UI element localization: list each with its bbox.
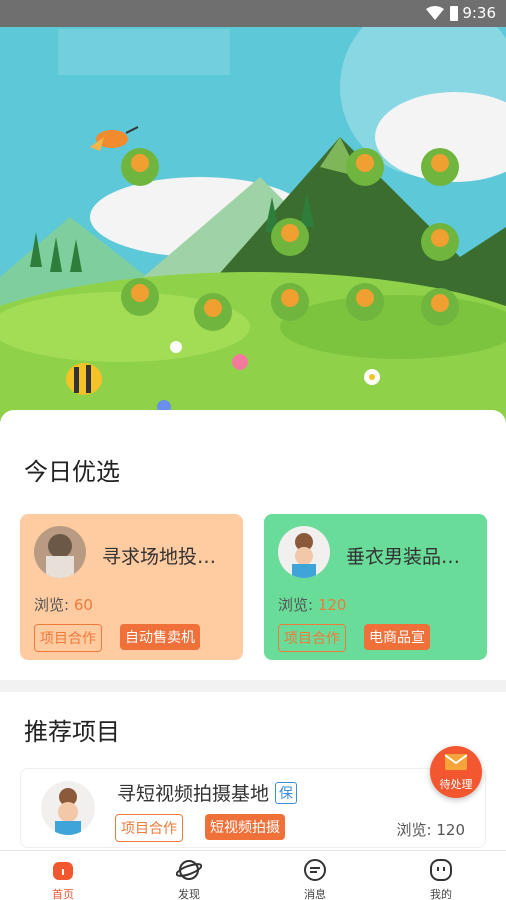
farm-banner[interactable] <box>0 27 506 427</box>
status-bar: 9:36 <box>0 0 506 27</box>
pending-label: 待处理 <box>439 778 473 791</box>
tab-label: 消息 <box>304 888 326 900</box>
tab-profile[interactable]: 我的 <box>378 851 504 900</box>
tab-label: 我的 <box>430 888 452 900</box>
tab-label: 发现 <box>178 888 200 900</box>
profile-icon <box>430 859 452 881</box>
tab-home[interactable]: 首页 <box>0 851 126 900</box>
today-card[interactable]: 寻求场地投… 浏览: 60 项目合作 自动售卖机 <box>20 514 243 660</box>
card-title: 寻求场地投… <box>102 546 217 568</box>
tag-category: 自动售卖机 <box>120 624 200 650</box>
today-picks-title: 今日优选 <box>24 458 120 486</box>
recommended-projects-title: 推荐项目 <box>24 718 120 746</box>
card-title: 垂衣男装品… <box>346 546 461 568</box>
message-icon <box>304 859 326 881</box>
tag-project-cooperation: 项目合作 <box>278 624 346 652</box>
tag-project-cooperation: 项目合作 <box>34 624 102 652</box>
bee-icon <box>66 363 102 395</box>
avatar <box>34 526 86 578</box>
status-time: 9:36 <box>462 4 496 22</box>
project-title: 寻短视频拍摄基地保 <box>117 779 298 806</box>
mail-icon <box>444 754 468 770</box>
card-views: 浏览: 60 <box>34 596 93 614</box>
tab-label: 首页 <box>52 888 74 900</box>
farm-illustration <box>0 27 506 427</box>
tag-project-cooperation: 项目合作 <box>115 814 183 842</box>
card-views: 浏览: 120 <box>278 596 347 614</box>
tag-category: 电商品宣 <box>364 624 430 650</box>
guarantee-badge: 保 <box>275 782 298 804</box>
project-list-item[interactable]: 寻短视频拍摄基地保 项目合作 短视频拍摄 浏览: 120 <box>20 768 486 848</box>
pending-button[interactable]: 待处理 <box>430 746 482 798</box>
today-card[interactable]: 垂衣男装品… 浏览: 120 项目合作 电商品宣 <box>264 514 487 660</box>
project-views: 浏览: 120 <box>396 821 465 839</box>
section-divider <box>0 680 506 692</box>
battery-icon <box>450 6 458 21</box>
tab-messages[interactable]: 消息 <box>252 851 378 900</box>
discover-icon <box>176 860 202 880</box>
home-icon <box>53 862 73 880</box>
bottom-tab-bar: 首页 发现 消息 我的 <box>0 850 506 900</box>
avatar <box>41 781 95 835</box>
tab-discover[interactable]: 发现 <box>126 851 252 900</box>
avatar <box>278 526 330 578</box>
tag-category: 短视频拍摄 <box>205 814 285 840</box>
wifi-icon <box>426 6 444 20</box>
